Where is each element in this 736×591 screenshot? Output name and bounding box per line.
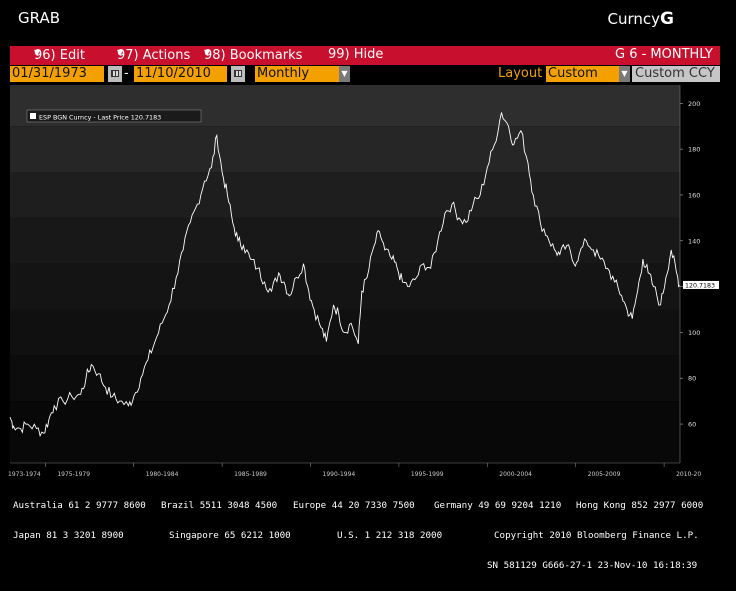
window-title: GRAB [18,9,60,27]
y-tick-label: 200 [688,100,700,108]
x-tick-label: 1980-1984 [146,471,179,478]
y-tick-label: 80 [688,375,696,383]
footer-australia: Australia 61 2 9777 8600 [13,500,146,511]
footer-contacts: Australia 61 2 9777 8600 Brazil 5511 304… [13,481,703,581]
y-tick-label: 180 [688,146,700,154]
y-tick-label: 160 [688,191,700,199]
footer-hongkong: Hong Kong 852 2977 6000 [576,500,704,511]
chart-band [10,217,680,264]
footer-us: U.S. 1 212 318 2000 [337,530,443,541]
page-id-label: G 6 - MONTHLY [615,47,713,62]
footer-copyright: Copyright 2010 Bloomberg Finance L.P. [494,530,699,541]
last-price-label: 120.7183 [685,282,715,289]
x-tick-label: 2005-2009 [588,471,621,478]
period-select[interactable]: Monthly [255,66,339,82]
calendar-icon[interactable] [108,66,122,82]
period-dropdown-icon[interactable]: ▼ [339,66,350,82]
calendar-icon[interactable] [231,66,245,82]
layout-select[interactable]: Custom [546,66,619,82]
x-tick-label: 1990-1994 [323,471,356,478]
layout-label: Layout [498,66,543,81]
menu-bar: 96) Edit ▼ 97) Actions ▼ 98) Bookmarks ▼ 99… [10,46,720,65]
x-tick-label: 1995-1999 [411,471,444,478]
date-range-dash: - [124,66,129,81]
caret-down-icon: ▼ [34,48,41,57]
x-tick-label: 1985-1989 [234,471,267,478]
market-sector-label: CurncyG [607,9,674,29]
legend-swatch [30,113,36,119]
layout-dropdown-icon[interactable]: ▼ [619,66,630,82]
y-tick-label: 140 [688,237,700,245]
caret-down-icon: ▼ [204,48,211,57]
footer-singapore: Singapore 65 6212 1000 [169,530,291,541]
title-bar: GRAB CurncyG [0,0,736,44]
caret-down-icon: ▼ [117,48,124,57]
control-bar: 01/31/1973 - 11/10/2010 Monthly ▼ Layout… [10,66,720,83]
y-tick-label: 100 [688,329,700,337]
footer-brazil: Brazil 5511 3048 4500 [161,500,278,511]
chart-band [10,172,680,218]
price-chart[interactable]: 6080100120140160180200 1973-19741975-197… [0,85,736,485]
footer-germany: Germany 49 69 9204 1210 [434,500,562,511]
x-tick-label: 2010-20 [676,471,701,478]
x-tick-label: 1973-1974 [8,471,41,478]
chart-band [10,126,680,173]
legend-text: ESP BGN Curncy - Last Price 120.7183 [39,114,161,122]
chart-svg[interactable]: 6080100120140160180200 1973-19741975-197… [0,85,736,485]
chart-band [10,263,680,310]
hide-button[interactable]: 99) Hide [328,47,383,62]
y-tick-label: 60 [688,421,696,429]
start-date-field[interactable]: 01/31/1973 [10,66,104,82]
custom-ccy-select[interactable]: Custom CCY [632,66,720,82]
footer-europe: Europe 44 20 7330 7500 [293,500,415,511]
footer-japan: Japan 81 3 3201 8900 [13,530,124,541]
end-date-field[interactable]: 11/10/2010 [134,66,227,82]
x-tick-label: 2000-2004 [499,471,532,478]
x-tick-label: 1975-1979 [57,471,90,478]
footer-serial: SN 581129 G666-27-1 23-Nov-10 16:18:39 [487,560,698,571]
chart-band [10,401,680,463]
